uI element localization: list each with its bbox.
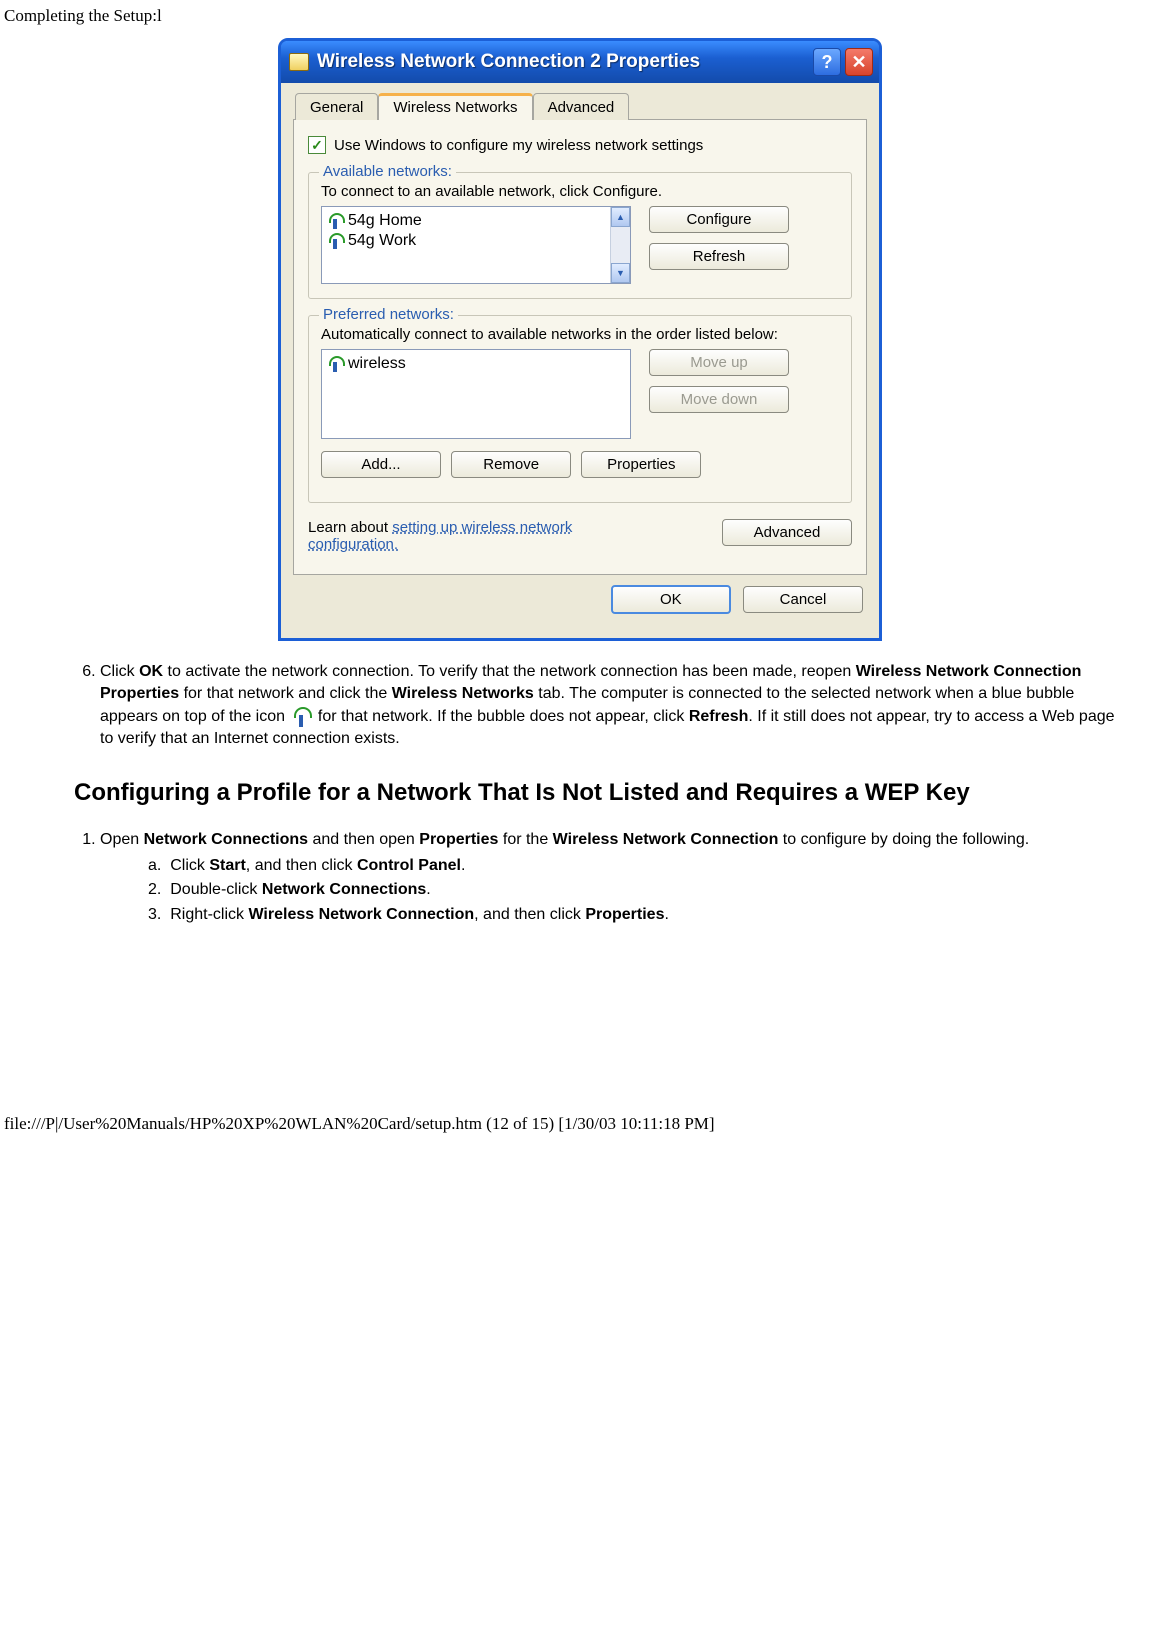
- available-hint: To connect to an available network, clic…: [321, 183, 839, 200]
- tab-wireless-networks[interactable]: Wireless Networks: [378, 93, 532, 120]
- section-heading: Configuring a Profile for a Network That…: [74, 779, 1120, 807]
- remove-button[interactable]: Remove: [451, 451, 571, 478]
- substep-3: 3. Right-click Wireless Network Connecti…: [148, 904, 1120, 926]
- preferred-legend: Preferred networks:: [319, 306, 458, 323]
- advanced-button[interactable]: Advanced: [722, 519, 852, 546]
- dialog-title: Wireless Network Connection 2 Properties: [317, 51, 813, 73]
- move-up-button: Move up: [649, 349, 789, 376]
- available-listbox[interactable]: 54g Home 54g Work ▲ ▼: [321, 206, 631, 284]
- close-icon[interactable]: ✕: [845, 48, 873, 76]
- ok-button[interactable]: OK: [611, 585, 731, 614]
- properties-dialog: Wireless Network Connection 2 Properties…: [278, 38, 882, 641]
- preferred-networks-group: Preferred networks: Automatically connec…: [308, 315, 852, 503]
- step-6: Click OK to activate the network connect…: [100, 661, 1120, 751]
- list-item[interactable]: 54g Work: [324, 231, 628, 251]
- available-legend: Available networks:: [319, 163, 456, 180]
- footer-path: file:///P|/User%20Manuals/HP%20XP%20WLAN…: [0, 934, 1160, 1144]
- help-icon[interactable]: ?: [813, 48, 841, 76]
- cancel-button[interactable]: Cancel: [743, 586, 863, 613]
- list-item[interactable]: wireless: [324, 354, 628, 374]
- available-networks-group: Available networks: To connect to an ava…: [308, 172, 852, 299]
- substep-a: a. Click Start, and then click Control P…: [148, 855, 1120, 877]
- configure-button[interactable]: Configure: [649, 206, 789, 233]
- scrollbar[interactable]: ▲ ▼: [610, 207, 630, 283]
- tab-advanced[interactable]: Advanced: [533, 93, 630, 120]
- wifi-icon: [328, 213, 342, 229]
- use-windows-label: Use Windows to configure my wireless net…: [334, 137, 703, 154]
- tab-general[interactable]: General: [295, 93, 378, 120]
- refresh-button[interactable]: Refresh: [649, 243, 789, 270]
- titlebar[interactable]: Wireless Network Connection 2 Properties…: [281, 41, 879, 83]
- preferred-listbox[interactable]: wireless: [321, 349, 631, 439]
- scroll-up-icon[interactable]: ▲: [611, 207, 630, 227]
- substep-2: 2. Double-click Network Connections.: [148, 879, 1120, 901]
- step-1: Open Network Connections and then open P…: [100, 829, 1120, 927]
- preferred-hint: Automatically connect to available netwo…: [321, 326, 839, 343]
- add-button[interactable]: Add...: [321, 451, 441, 478]
- window-icon: [289, 53, 309, 71]
- move-down-button: Move down: [649, 386, 789, 413]
- properties-button[interactable]: Properties: [581, 451, 701, 478]
- list-item[interactable]: 54g Home: [324, 211, 628, 231]
- learn-text: Learn about setting up wireless network …: [308, 519, 628, 553]
- scroll-down-icon[interactable]: ▼: [611, 263, 630, 283]
- wifi-icon: [328, 233, 342, 249]
- wifi-icon: [292, 707, 310, 727]
- use-windows-checkbox[interactable]: ✓: [308, 136, 326, 154]
- page-header: Completing the Setup:l: [0, 0, 1160, 32]
- wifi-icon: [328, 356, 342, 372]
